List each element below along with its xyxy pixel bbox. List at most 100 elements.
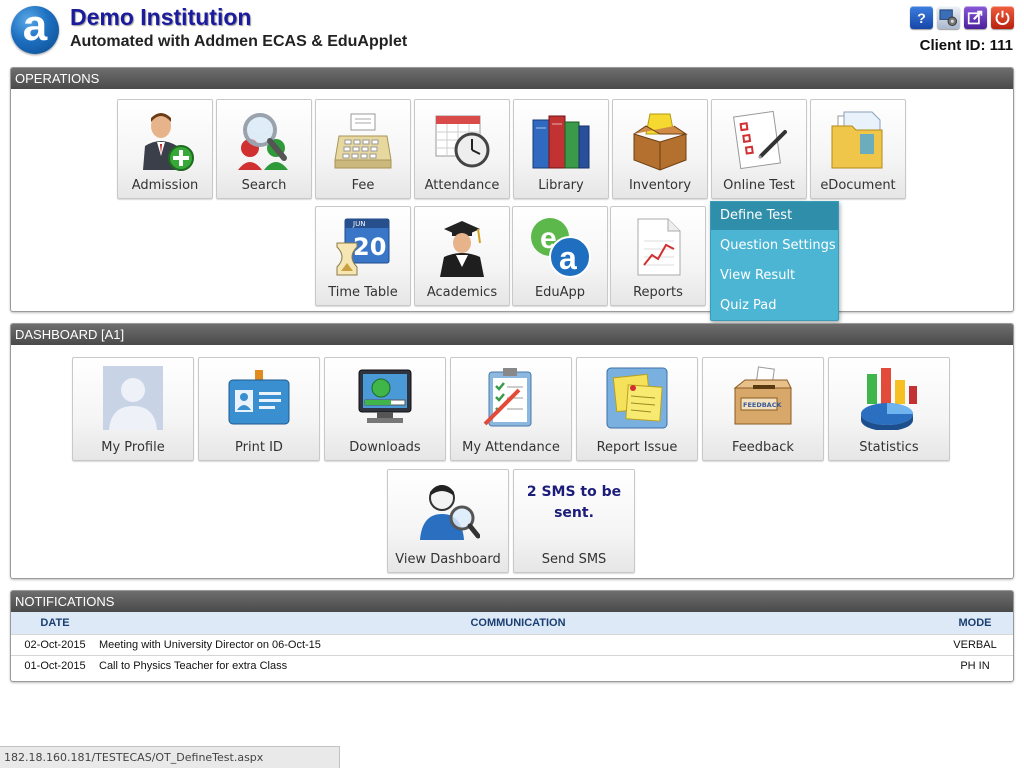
table-row[interactable]: 01-Oct-2015 Call to Physics Teacher for … [11,654,1013,676]
time-table-label: Time Table [328,285,398,300]
institution-name: Demo Institution [70,4,252,30]
print-id-label: Print ID [235,440,283,455]
row-communication: Meeting with University Director on 06-O… [99,633,937,655]
help-glyph: ? [917,9,926,26]
search-icon [238,113,288,170]
online-test-tile[interactable]: Online Test [711,99,807,199]
status-bar-url: 182.18.160.181/TESTECAS/OT_DefineTest.as… [0,746,340,768]
send-sms-label: Send SMS [541,552,607,567]
menu-item-view-result[interactable]: View Result [711,262,838,290]
feedback-box-text: FEEDBACK [743,401,782,409]
edocument-tile[interactable]: eDocument [810,99,906,199]
admission-icon [143,113,194,171]
eduapp-letter-a: a [559,240,577,276]
sms-count-message: 2 SMS to be sent. [526,484,622,521]
folder-document-icon [831,111,883,169]
view-dashboard-label: View Dashboard [395,552,501,567]
box-icon [633,113,688,171]
fee-tile[interactable]: Fee [315,99,411,199]
notifications-table: DATE COMMUNICATION MODE 02-Oct-2015 Meet… [11,612,1013,676]
calendar-day: 20 [353,233,386,261]
calendar-month: JUN [352,220,365,228]
online-test-label: Online Test [723,178,795,193]
table-header-row: DATE COMMUNICATION MODE [11,612,1013,634]
menu-item-quiz-pad[interactable]: Quiz Pad [711,292,838,320]
column-header-date: DATE [11,612,99,634]
attendance-label: Attendance [424,178,500,193]
menu-item-define-test[interactable]: Define Test [711,202,838,230]
graduate-icon [440,221,484,277]
search-tile[interactable]: Search [216,99,312,199]
statistics-chart-icon [861,368,917,430]
edocument-label: eDocument [820,178,896,193]
eduapp-tile[interactable]: e a EduApp [512,206,608,306]
table-row[interactable]: 02-Oct-2015 Meeting with University Dire… [11,633,1013,655]
column-header-communication: COMMUNICATION [99,612,937,634]
online-test-menu: Define Test Question Settings View Resul… [710,201,839,321]
reports-label: Reports [633,285,683,300]
logo-letter: a [22,1,48,50]
operations-title: OPERATIONS [11,68,1013,89]
user-search-icon [420,485,480,540]
feedback-box-icon: FEEDBACK [733,366,792,425]
edit-icon[interactable] [964,6,987,29]
notifications-title: NOTIFICATIONS [11,591,1013,612]
my-attendance-tile[interactable]: My Attendance [450,357,572,461]
library-label: Library [538,178,584,193]
report-issue-label: Report Issue [596,440,678,455]
my-attendance-label: My Attendance [462,440,560,455]
column-header-mode: MODE [937,612,1013,634]
fee-label: Fee [351,178,375,193]
settings-icon[interactable] [937,6,960,29]
checklist-pen-icon [733,110,787,170]
menu-item-question-settings[interactable]: Question Settings [711,232,838,260]
power-icon[interactable] [991,6,1014,29]
downloads-tile[interactable]: Downloads [324,357,446,461]
inventory-label: Inventory [628,178,692,193]
id-card-icon [228,370,290,425]
admission-tile[interactable]: Admission [117,99,213,199]
top-toolbar: ? [910,6,1014,29]
row-date: 01-Oct-2015 [11,654,99,676]
row-communication: Call to Physics Teacher for extra Class [99,654,937,676]
row-mode: PH IN [937,654,1013,676]
books-icon [532,115,590,169]
report-chart-icon [637,218,681,276]
monitor-download-icon [358,369,412,423]
print-id-tile[interactable]: Print ID [198,357,320,461]
search-label: Search [241,178,287,193]
client-id: Client ID: 111 [919,37,1013,54]
statistics-tile[interactable]: Statistics [828,357,950,461]
time-table-tile[interactable]: JUN 20 Time Table [315,206,411,306]
feedback-label: Feedback [732,440,794,455]
clipboard-checklist-icon [483,368,532,427]
row-mode: VERBAL [937,633,1013,655]
dashboard-title: DASHBOARD [A1] [11,324,1013,345]
feedback-tile[interactable]: FEEDBACK Feedback [702,357,824,461]
my-profile-tile[interactable]: My Profile [72,357,194,461]
attendance-tile[interactable]: Attendance [414,99,510,199]
calendar-clock-icon [435,115,490,168]
send-sms-tile[interactable]: 2 SMS to be sent. Send SMS [513,469,635,573]
institution-subtitle: Automated with Addmen ECAS & EduApplet [70,33,408,50]
eduapp-label: EduApp [534,285,586,300]
row-date: 02-Oct-2015 [11,633,99,655]
downloads-label: Downloads [349,440,421,455]
reports-tile[interactable]: Reports [610,206,706,306]
profile-silhouette-icon [103,366,163,430]
calendar-hourglass-icon: JUN 20 [336,218,390,276]
notifications-panel: NOTIFICATIONS DATE COMMUNICATION MODE 02… [10,590,1014,682]
page-header: a Demo Institution Automated with Addmen… [0,0,1024,62]
library-tile[interactable]: Library [513,99,609,199]
my-profile-label: My Profile [101,440,165,455]
cash-register-icon [334,113,392,169]
view-dashboard-tile[interactable]: View Dashboard [387,469,509,573]
report-issue-tile[interactable]: Report Issue [576,357,698,461]
inventory-tile[interactable]: Inventory [612,99,708,199]
logo-icon[interactable]: a [11,1,59,54]
academics-tile[interactable]: Academics [414,206,510,306]
eduapp-logo-icon: e a [531,218,591,278]
sticky-notes-icon [606,367,668,429]
help-icon[interactable]: ? [910,6,933,29]
statistics-label: Statistics [859,440,919,455]
